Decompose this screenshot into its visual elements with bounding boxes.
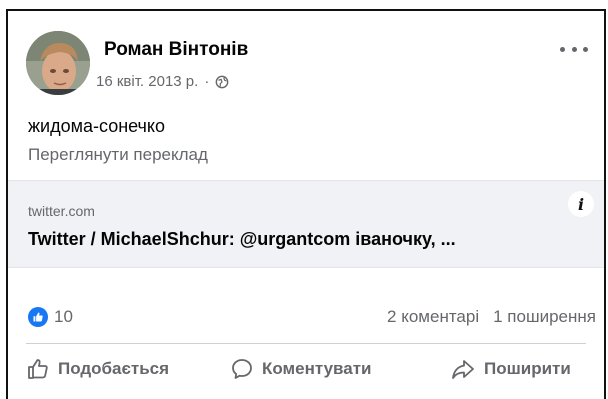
engagement-stats: 2 коментарі 1 поширення	[387, 307, 596, 327]
reactions-summary[interactable]: 10	[28, 307, 73, 327]
more-dot-icon	[583, 46, 588, 52]
post-actions-bar: Подобається Коментувати Поширити	[8, 357, 604, 389]
more-dot-icon	[560, 46, 565, 52]
see-translation-link[interactable]: Переглянути переклад	[28, 145, 208, 165]
thumbs-up-icon	[28, 359, 48, 379]
actions-divider	[26, 343, 586, 344]
post-meta: 16 квіт. 2013 р. ·	[96, 73, 229, 90]
comment-button-label: Коментувати	[262, 359, 372, 378]
comments-count[interactable]: 2 коментарі	[387, 307, 479, 327]
more-options-button[interactable]	[560, 41, 588, 57]
globe-icon	[215, 75, 229, 88]
link-preview[interactable]: twitter.com Twitter / MichaelShchur: @ur…	[8, 180, 604, 268]
shares-count[interactable]: 1 поширення	[493, 307, 596, 327]
share-button[interactable]: Поширити	[450, 357, 571, 381]
likes-count: 10	[54, 307, 73, 326]
link-domain: twitter.com	[28, 203, 95, 219]
comment-icon	[232, 359, 252, 379]
avatar[interactable]	[26, 31, 90, 95]
like-reaction-icon	[28, 307, 48, 327]
share-arrow-icon	[452, 360, 474, 379]
post-text: жидома-сонечко	[28, 116, 166, 136]
like-button[interactable]: Подобається	[26, 357, 169, 381]
separator-dot: ·	[204, 73, 210, 90]
avatar-photo	[26, 31, 90, 95]
more-dot-icon	[571, 46, 577, 52]
post-date[interactable]: 16 квіт. 2013 р.	[96, 73, 198, 90]
like-button-label: Подобається	[58, 359, 170, 378]
link-title[interactable]: Twitter / MichaelShchur: @urgantcom іван…	[28, 229, 456, 250]
share-button-label: Поширити	[484, 359, 571, 378]
post-card: Роман Вінтонів 16 квіт. 2013 р. · жидома…	[6, 9, 606, 399]
comment-button[interactable]: Коментувати	[230, 357, 372, 381]
author-name[interactable]: Роман Вінтонів	[104, 39, 248, 61]
info-icon[interactable]: i	[568, 191, 594, 217]
